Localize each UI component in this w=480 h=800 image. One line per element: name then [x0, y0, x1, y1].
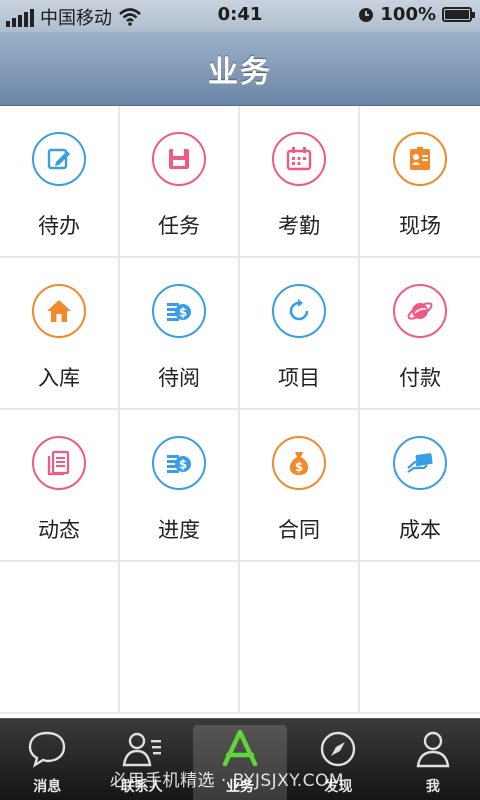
grid-item-onsite[interactable]: 现场	[360, 106, 480, 258]
grid-empty-cell	[360, 562, 480, 714]
contacts-icon	[122, 732, 161, 767]
grid-item-updates[interactable]: 动态	[0, 410, 120, 562]
grid-item-progress[interactable]: $ 进度	[120, 410, 240, 562]
grid-empty-cell	[0, 562, 120, 714]
svg-text:$: $	[179, 458, 187, 472]
battery-percent: 100%	[380, 4, 436, 25]
clock-icon	[359, 7, 374, 22]
tab-messages[interactable]: 消息	[0, 719, 94, 800]
tab-me[interactable]: 我	[386, 719, 480, 800]
grid-item-task[interactable]: 任务	[120, 106, 240, 258]
refresh-icon	[272, 284, 326, 338]
chat-bubble-icon	[29, 731, 66, 768]
coins-icon: $	[152, 284, 206, 338]
grid-item-label: 合同	[278, 518, 320, 542]
home-icon	[32, 284, 86, 338]
person-icon	[416, 731, 450, 768]
grid-item-label: 成本	[399, 518, 441, 542]
coins-icon: $	[152, 436, 206, 490]
business-grid: 待办 任务 考勤 现场 入库 $ 待阅 项目 付款 动态 $ 进度 $ 合同 成…	[0, 106, 480, 718]
grid-item-stock-in[interactable]: 入库	[0, 258, 120, 410]
grid-item-project[interactable]: 项目	[240, 258, 360, 410]
grid-item-label: 入库	[38, 366, 80, 390]
grid-empty-cell	[240, 562, 360, 714]
title-bar: 业务	[0, 32, 480, 106]
grid-item-label: 待阅	[158, 366, 200, 390]
grid-empty-cell	[120, 562, 240, 714]
grid-item-to-read[interactable]: $ 待阅	[120, 258, 240, 410]
calendar-icon	[272, 132, 326, 186]
grid-item-label: 动态	[38, 518, 80, 542]
grid-item-label: 项目	[278, 366, 320, 390]
id-card-icon	[393, 132, 447, 186]
tab-label: 我	[425, 779, 440, 795]
grid-item-label: 考勤	[278, 214, 320, 238]
planet-icon	[393, 284, 447, 338]
svg-text:$: $	[179, 306, 187, 320]
floppy-icon	[152, 132, 206, 186]
grid-item-cost[interactable]: 成本	[360, 410, 480, 562]
grid-item-attendance[interactable]: 考勤	[240, 106, 360, 258]
card-icon	[393, 436, 447, 490]
tab-label: 消息	[33, 779, 62, 795]
page-title: 业务	[208, 54, 272, 90]
svg-text:$: $	[295, 460, 303, 474]
grid-item-todo[interactable]: 待办	[0, 106, 120, 258]
document-icon	[32, 436, 86, 490]
grid-item-label: 现场	[399, 214, 441, 238]
grid-item-label: 进度	[158, 518, 200, 542]
grid-item-label: 付款	[399, 366, 441, 390]
grid-item-payment[interactable]: 付款	[360, 258, 480, 410]
compass-icon	[321, 731, 356, 767]
status-bar: 中国移动 0:41 100%	[0, 0, 480, 32]
grid-item-label: 任务	[158, 214, 200, 238]
watermark-text: 必用手机精选 · BYJSJXY.COM	[110, 771, 345, 791]
app-store-icon	[222, 729, 258, 767]
money-bag-icon: $	[272, 436, 326, 490]
grid-item-label: 待办	[38, 214, 80, 238]
battery-icon	[442, 7, 475, 22]
grid-item-contract[interactable]: $ 合同	[240, 410, 360, 562]
edit-icon	[32, 132, 86, 186]
